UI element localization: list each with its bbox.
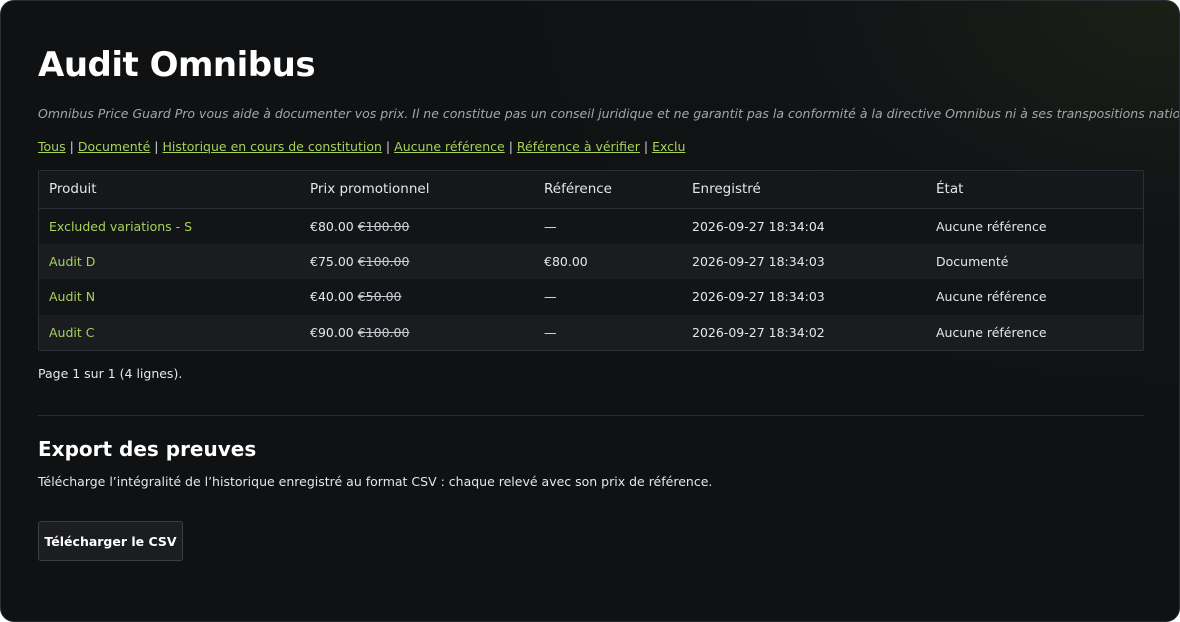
cell-state: Documenté xyxy=(926,243,1143,279)
cell-product: Audit N xyxy=(39,279,300,315)
product-link[interactable]: Audit N xyxy=(49,289,95,304)
filter-no-reference[interactable]: Aucune référence xyxy=(394,139,505,154)
original-price: €100.00 xyxy=(357,324,410,340)
app-window: Audit Omnibus Omnibus Price Guard Pro vo… xyxy=(0,0,1180,622)
cell-state: Aucune référence xyxy=(926,208,1143,244)
product-link[interactable]: Audit C xyxy=(49,325,94,340)
column-header-reference: Référence xyxy=(534,171,682,209)
status-filter-bar: Tous | Documenté | Historique en cours de co… xyxy=(38,139,685,154)
promo-price: €40.00 xyxy=(310,289,354,305)
pagination-info: Page 1 sur 1 (4 lignes). xyxy=(38,366,183,381)
filter-all[interactable]: Tous xyxy=(38,139,66,154)
page-title: Audit Omnibus xyxy=(38,45,316,85)
column-header-product: Produit xyxy=(39,171,300,209)
original-price: €100.00 xyxy=(357,253,410,269)
cell-product: Audit D xyxy=(39,243,300,279)
cell-reference: — xyxy=(534,314,682,350)
table-row: Audit D €75.00 €100.00 €80.00 2026-09-27… xyxy=(39,243,1143,279)
filter-separator: | xyxy=(385,139,391,154)
download-csv-button[interactable]: Télécharger le CSV xyxy=(38,521,183,561)
filter-history-building[interactable]: Historique en cours de constitution xyxy=(163,139,382,154)
product-link[interactable]: Excluded variations - S xyxy=(49,219,192,234)
export-description: Télécharge l’intégralité de l’historique… xyxy=(38,474,713,489)
table-header-row: Produit Prix promotionnel Référence Enre… xyxy=(39,171,1143,209)
disclaimer-text: Omnibus Price Guard Pro vous aide à docu… xyxy=(38,106,1180,121)
original-price: €50.00 xyxy=(357,289,402,305)
table-row: Excluded variations - S €80.00 €100.00 —… xyxy=(39,208,1143,244)
cell-reference: — xyxy=(534,279,682,315)
promo-price: €90.00 xyxy=(310,324,354,340)
cell-recorded: 2026-09-27 18:34:03 xyxy=(682,279,926,315)
cell-product: Audit C xyxy=(39,314,300,350)
cell-recorded: 2026-09-27 18:34:04 xyxy=(682,208,926,244)
filter-reference-to-check[interactable]: Référence à vérifier xyxy=(517,139,640,154)
export-section-title: Export des preuves xyxy=(38,437,257,461)
cell-reference: €80.00 xyxy=(534,243,682,279)
section-divider xyxy=(38,415,1144,416)
filter-separator: | xyxy=(154,139,159,154)
promo-price: €80.00 xyxy=(310,218,354,234)
cell-reference: — xyxy=(534,208,682,244)
cell-promo-price: €80.00 €100.00 xyxy=(300,208,534,244)
cell-product: Excluded variations - S xyxy=(39,208,300,244)
audit-table: Produit Prix promotionnel Référence Enre… xyxy=(38,170,1144,351)
original-price: €100.00 xyxy=(357,218,410,234)
filter-separator: | xyxy=(69,139,74,154)
filter-documented[interactable]: Documenté xyxy=(78,139,150,154)
cell-state: Aucune référence xyxy=(926,279,1143,315)
table-row: Audit N €40.00 €50.00 — 2026-09-27 18:34… xyxy=(39,279,1143,315)
cell-promo-price: €90.00 €100.00 xyxy=(300,314,534,350)
column-header-promo-price: Prix promotionnel xyxy=(300,171,534,209)
table-row: Audit C €90.00 €100.00 — 2026-09-27 18:3… xyxy=(39,314,1143,350)
filter-excluded[interactable]: Exclu xyxy=(652,139,685,154)
promo-price: €75.00 xyxy=(310,253,354,269)
column-header-recorded: Enregistré xyxy=(682,171,926,209)
cell-promo-price: €75.00 €100.00 xyxy=(300,243,534,279)
filter-separator: | xyxy=(508,139,513,154)
filter-separator: | xyxy=(643,139,649,154)
cell-recorded: 2026-09-27 18:34:03 xyxy=(682,243,926,279)
cell-recorded: 2026-09-27 18:34:02 xyxy=(682,314,926,350)
column-header-state: État xyxy=(926,171,1143,209)
product-link[interactable]: Audit D xyxy=(49,254,95,269)
cell-promo-price: €40.00 €50.00 xyxy=(300,279,534,315)
cell-state: Aucune référence xyxy=(926,314,1143,350)
